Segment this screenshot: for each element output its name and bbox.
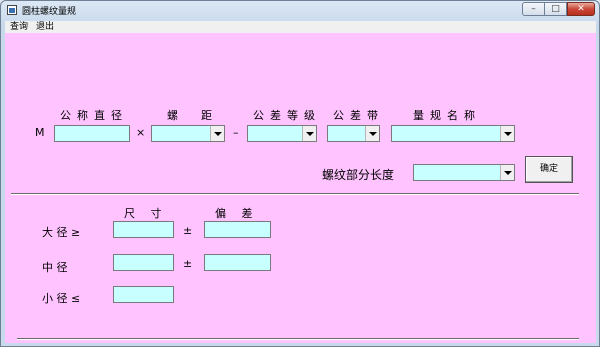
app-window: 圆柱螺纹量规 – □ ✕ 查询 退出 公称直径 螺 距 公差等级 公差带 量规名…: [0, 0, 600, 347]
tolerance-grade-select[interactable]: [247, 125, 317, 142]
gauge-name-header: 量规名称: [413, 109, 481, 122]
size-header: 尺 寸: [124, 207, 168, 220]
chevron-down-icon[interactable]: [365, 126, 379, 141]
pitch-header: 螺 距: [167, 109, 218, 122]
major-diameter-deviation-field[interactable]: [204, 221, 271, 238]
menu-bar: 查询 退出: [5, 21, 596, 33]
minor-diameter-size-field[interactable]: [113, 286, 174, 303]
chevron-down-icon[interactable]: [500, 165, 514, 180]
chevron-down-icon[interactable]: [210, 126, 224, 141]
close-button[interactable]: ✕: [567, 2, 595, 16]
menu-query[interactable]: 查询: [10, 21, 28, 33]
section-divider: [11, 193, 579, 195]
gauge-name-select[interactable]: [391, 125, 515, 142]
thread-length-select[interactable]: [413, 164, 515, 181]
tolerance-grade-header: 公差等级: [253, 109, 321, 122]
minor-diameter-label: 小 径 ≤: [42, 292, 81, 305]
chevron-down-icon[interactable]: [302, 126, 316, 141]
menu-exit[interactable]: 退出: [36, 21, 54, 33]
maximize-button[interactable]: □: [545, 2, 567, 16]
major-diameter-size-field[interactable]: [113, 221, 174, 238]
metric-prefix: M: [35, 126, 45, 139]
window-title: 圆柱螺纹量规: [22, 7, 77, 17]
plus-minus-symbol: ±: [183, 257, 193, 270]
pitch-diameter-label: 中 径: [42, 261, 68, 274]
deviation-header: 偏 差: [215, 207, 259, 220]
form-area: 公称直径 螺 距 公差等级 公差带 量规名称 M × – 螺纹部分长度 确定 尺…: [5, 33, 596, 343]
nominal-diameter-header: 公称直径: [60, 109, 128, 122]
tolerance-zone-header: 公差带: [333, 109, 384, 122]
thread-length-label: 螺纹部分长度: [322, 168, 395, 182]
major-diameter-label: 大 径 ≥: [42, 226, 81, 239]
nominal-diameter-input[interactable]: [54, 125, 130, 142]
pitch-diameter-size-field[interactable]: [113, 254, 174, 271]
title-bar[interactable]: 圆柱螺纹量规 – □ ✕: [1, 1, 599, 21]
dash-symbol: –: [233, 126, 239, 139]
chevron-down-icon[interactable]: [500, 126, 514, 141]
times-symbol: ×: [136, 126, 146, 139]
plus-minus-symbol: ±: [183, 224, 193, 237]
app-icon: [7, 5, 17, 15]
confirm-button[interactable]: 确定: [525, 156, 573, 183]
pitch-diameter-deviation-field[interactable]: [204, 254, 271, 271]
bottom-divider: [17, 338, 579, 340]
minimize-button[interactable]: –: [522, 2, 545, 16]
pitch-select[interactable]: [151, 125, 225, 142]
tolerance-zone-select[interactable]: [327, 125, 380, 142]
